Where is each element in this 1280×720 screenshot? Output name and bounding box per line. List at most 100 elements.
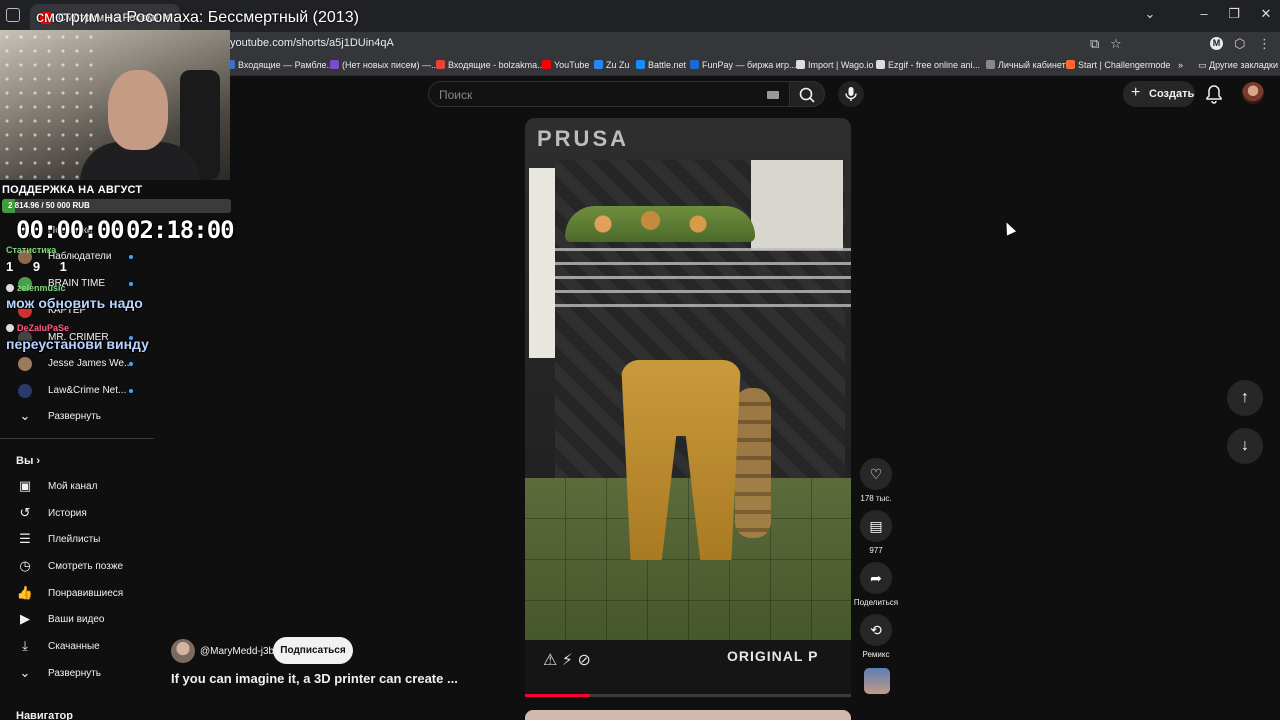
search-button[interactable]	[789, 81, 825, 107]
account-avatar[interactable]	[1242, 82, 1264, 104]
bookmark-item[interactable]: Ezgif - free online ani...	[876, 60, 980, 70]
chat-badge-icon	[6, 284, 14, 292]
new-content-dot	[129, 389, 133, 393]
sidebar-you-heading[interactable]: Вы ›	[16, 455, 40, 467]
bookmark-star-icon[interactable]: ☆	[1110, 36, 1122, 52]
channel-icon: ▣	[18, 478, 32, 493]
donation-goal-label: ПОДДЕРЖКА НА АВГУСТ	[2, 184, 143, 196]
chat-message: мож обновить надо	[6, 295, 143, 311]
bookmark-favicon-icon	[876, 60, 885, 69]
short-video-player[interactable]: PRUSA ⚠ ⚡ ⊘ ORIGINAL P	[525, 118, 851, 698]
install-app-icon[interactable]: ⧉	[1090, 36, 1099, 52]
minimize-button[interactable]: –	[1194, 6, 1214, 21]
bookmark-favicon-icon	[436, 60, 445, 69]
bookmark-item[interactable]: Battle.net	[636, 60, 686, 70]
sidebar-expand-subscriptions[interactable]: ⌄ Развернуть	[0, 404, 154, 430]
bookmark-favicon-icon	[330, 60, 339, 69]
remix-button[interactable]: ⟲	[860, 614, 892, 646]
chevron-down-icon: ⌄	[19, 665, 31, 680]
share-label: Поделиться	[853, 598, 899, 607]
comments-button[interactable]: ▤	[860, 510, 892, 542]
webcam-decoration	[0, 30, 100, 180]
notifications-button[interactable]	[1205, 84, 1223, 109]
sidebar-item-watch-later[interactable]: ◷ Смотреть позже	[0, 554, 154, 580]
profile-icon[interactable]: M	[1210, 37, 1223, 50]
remix-label: Ремикс	[862, 650, 890, 659]
next-short-preview[interactable]	[525, 710, 851, 720]
video-progress-fill	[525, 694, 591, 697]
heart-icon: ♡	[869, 466, 883, 482]
bookmark-item[interactable]: (Нет новых писем) —...	[330, 60, 439, 70]
bookmark-item[interactable]: Zu Zu	[594, 60, 630, 70]
sidebar-subscription-item[interactable]: Law&Crime Net...	[0, 378, 154, 404]
remix-icon: ⟲	[870, 622, 882, 638]
share-button[interactable]: ➦	[860, 562, 892, 594]
search-icon	[799, 87, 815, 103]
sound-thumbnail[interactable]	[864, 668, 890, 694]
bookmark-item[interactable]: FunPay — биржа игр...	[690, 60, 797, 70]
sidebar-item-playlists[interactable]: ☰ Плейлисты	[0, 527, 154, 553]
sidebar-item-history[interactable]: ↺ История	[0, 501, 154, 527]
bell-icon	[1206, 85, 1222, 104]
sidebar-navigator-heading: Навигатор	[16, 710, 73, 720]
chat-username: DeZaluPaSe	[6, 323, 69, 333]
printer-bed-grid	[525, 478, 851, 658]
download-icon: ⤓	[22, 638, 28, 653]
short-title[interactable]: If you can imagine it, a 3D printer can …	[171, 671, 458, 686]
sidebar-item-my-channel[interactable]: ▣ Мой канал	[0, 474, 154, 500]
maximize-button[interactable]: ❐	[1224, 6, 1244, 22]
webcam-feed	[0, 30, 230, 180]
printer-front-label: ORIGINAL P	[727, 648, 819, 664]
bookmark-item[interactable]: Start | Challengermode	[1066, 60, 1170, 70]
url-text[interactable]: youtube.com/shorts/a5j1DUin4qA	[230, 37, 394, 49]
chat-username: zelenmusic	[6, 283, 66, 293]
search-box	[428, 81, 790, 107]
sidebar-item-liked[interactable]: 👍 Понравившиеся	[0, 581, 154, 607]
warning-icon: ⚠ ⚡ ⊘	[543, 652, 591, 669]
stream-title: смотрим на Росомаха: Бессмертный (2013)	[36, 9, 359, 26]
sidebar-item-downloads[interactable]: ⤓ Скачанные	[0, 634, 154, 660]
extensions-icon[interactable]: ⬡	[1234, 36, 1245, 52]
previous-short-button[interactable]: ↑	[1227, 380, 1263, 416]
next-short-button[interactable]: ↓	[1227, 428, 1263, 464]
channel-avatar	[18, 384, 32, 398]
bookmark-item[interactable]: Входящие - bolzakma...	[436, 60, 545, 70]
bookmark-item[interactable]: Import | Wago.io	[796, 60, 874, 70]
folder-icon: ▭	[1198, 60, 1210, 70]
stats-label: Статистика	[6, 245, 57, 255]
subscribe-button[interactable]: Подписаться	[273, 637, 353, 664]
bookmark-item[interactable]: Входящие — Рамбле...	[226, 60, 334, 70]
voice-search-button[interactable]	[838, 81, 864, 107]
plus-icon: +	[1131, 84, 1141, 101]
bookmark-favicon-icon	[542, 60, 551, 69]
bookmark-favicon-icon	[796, 60, 805, 69]
bookmark-item[interactable]: Личный кабинет	[986, 60, 1066, 70]
donation-amount: 2 814.96 / 50 000 RUB	[8, 201, 90, 210]
other-bookmarks[interactable]: ▭ Другие закладки	[1198, 60, 1278, 71]
browser-menu-icon[interactable]: ⋮	[1258, 36, 1271, 52]
search-input[interactable]	[439, 87, 739, 103]
comment-icon: ▤	[869, 518, 883, 534]
sidebar-item-your-videos[interactable]: ▶ Ваши видео	[0, 607, 154, 633]
bookmark-item[interactable]: YouTube	[542, 60, 589, 70]
channel-avatar[interactable]	[171, 639, 195, 663]
timer-total: 02:18:00	[126, 216, 235, 244]
your-videos-icon: ▶	[20, 611, 30, 626]
chat-message: переустанови винду	[6, 336, 149, 352]
close-window-button[interactable]: ✕	[1256, 6, 1276, 22]
history-icon: ↺	[19, 505, 31, 520]
sidebar-expand-you[interactable]: ⌄ Развернуть	[0, 661, 154, 687]
keyboard-icon[interactable]	[767, 91, 779, 99]
create-label: Создать	[1149, 88, 1195, 100]
new-content-dot	[129, 362, 133, 366]
video-progress-bar[interactable]	[525, 694, 851, 697]
more-bookmarks-icon[interactable]: »	[1178, 60, 1183, 70]
like-button[interactable]: ♡	[860, 458, 892, 490]
chevron-right-icon: ›	[36, 455, 41, 467]
channel-name[interactable]: @MaryMedd-j3b	[200, 646, 274, 657]
arrow-up-icon: ↑	[1241, 389, 1249, 406]
bookmark-favicon-icon	[986, 60, 995, 69]
create-button[interactable]: + Создать	[1123, 81, 1195, 107]
tab-search-chevron-icon[interactable]: ⌄	[1140, 6, 1160, 22]
like-count: 178 тыс.	[860, 494, 892, 503]
